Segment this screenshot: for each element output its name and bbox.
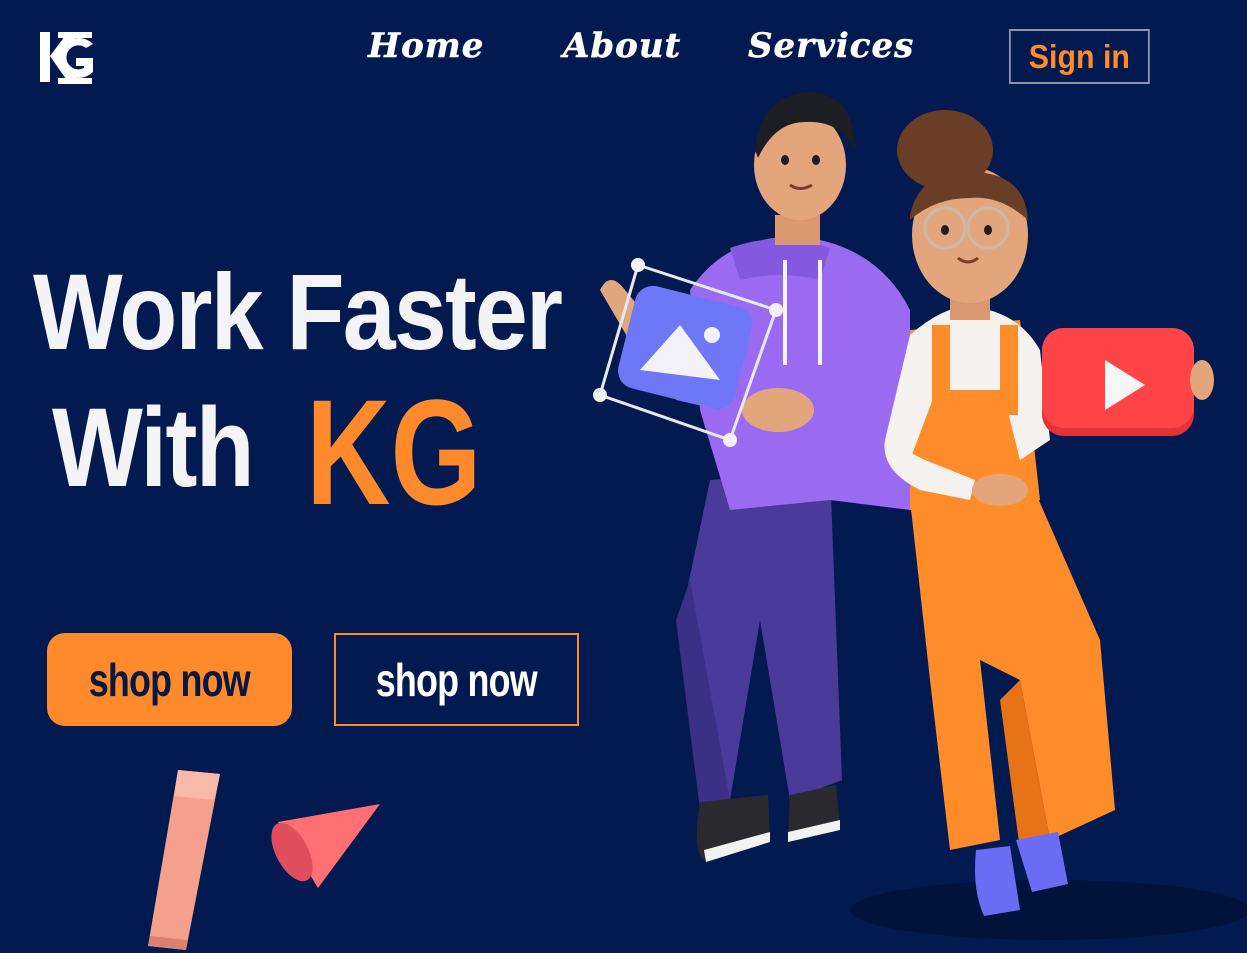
hero-headline-with: With (52, 385, 255, 510)
kg-logo[interactable] (38, 28, 96, 86)
shop-now-primary-label: shop now (88, 653, 251, 706)
nav-home-link[interactable]: Home (368, 26, 484, 67)
landing-page: Home About Services Sign in Work Faster … (0, 0, 1247, 953)
nav-about-link[interactable]: About (563, 26, 681, 67)
hero-brand-highlight: KG (306, 368, 482, 536)
shop-now-outline-button[interactable]: shop now (334, 633, 579, 726)
sign-in-button[interactable]: Sign in (1009, 29, 1150, 84)
play-icon (1042, 328, 1214, 436)
shop-now-primary-button[interactable]: shop now (47, 633, 292, 726)
hero-illustration (593, 92, 1247, 940)
hero-headline-line1: Work Faster (33, 251, 563, 372)
nav-services-link[interactable]: Services (748, 26, 914, 67)
shop-now-outline-label: shop now (375, 653, 538, 706)
decorative-shapes (148, 770, 380, 950)
